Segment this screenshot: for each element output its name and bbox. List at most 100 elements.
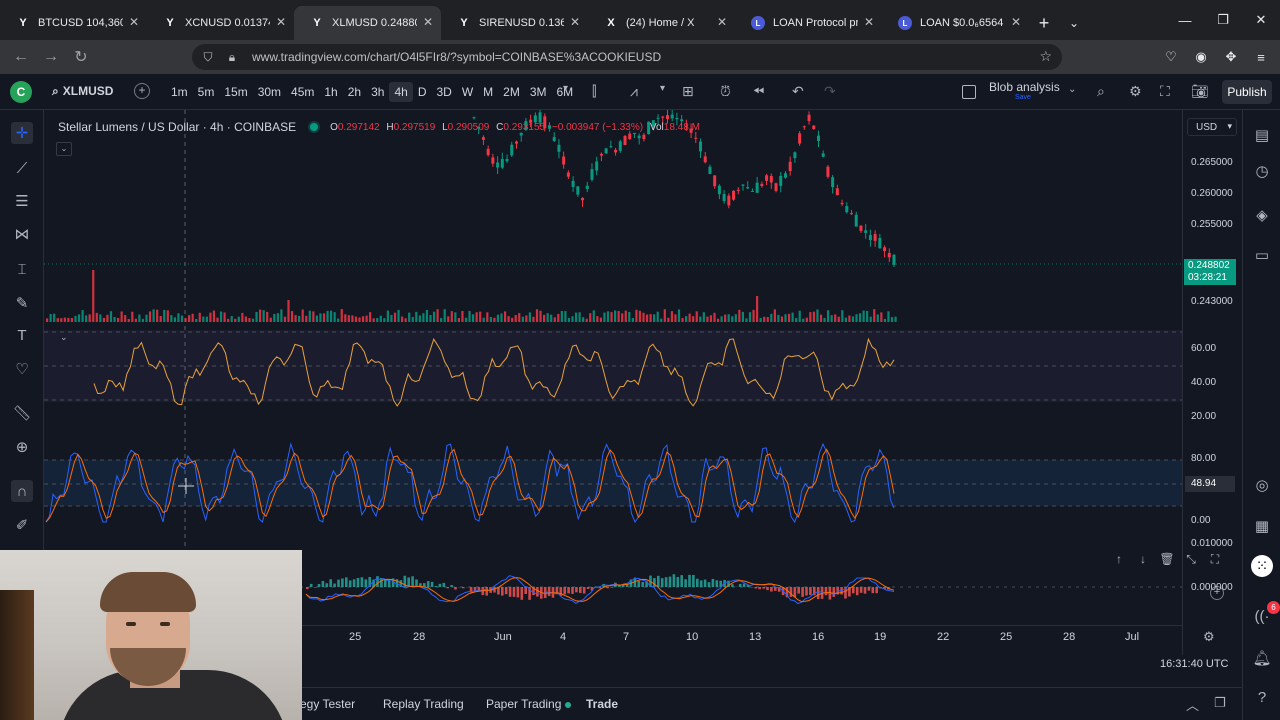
target-icon[interactable]: ◎ [1251, 474, 1273, 496]
calendar-icon[interactable]: ▦ [1251, 515, 1273, 537]
utc-clock[interactable]: 16:31:40 UTC [1160, 658, 1228, 670]
interval-1m[interactable]: 1m [166, 82, 193, 102]
interval-1h[interactable]: 1h [319, 82, 342, 102]
pocket-icon[interactable]: ♡ [1160, 46, 1182, 68]
layout-grid-icon[interactable]: ⊞ [682, 83, 694, 100]
undo-icon[interactable]: ↶ [792, 83, 804, 100]
currency-select[interactable]: USD [1187, 118, 1237, 136]
layout-save-control[interactable]: Blob analysis Save ⌄ [960, 80, 1080, 106]
interval-D[interactable]: D [413, 82, 432, 102]
redo-icon[interactable]: ↷ [824, 83, 836, 100]
notifications-bell-icon[interactable]: 🔔︎ [1251, 647, 1273, 669]
alerts-clock-icon[interactable]: ◷ [1251, 160, 1273, 182]
interval-30m[interactable]: 30m [253, 82, 286, 102]
tab-close-icon[interactable]: ✕ [129, 15, 139, 29]
tab-close-icon[interactable]: ✕ [1011, 15, 1021, 29]
restore-icon[interactable]: ❐ [1204, 0, 1242, 40]
browser-tab[interactable]: L LOAN Protocol price to ✕ [735, 6, 882, 40]
user-avatar[interactable]: C [10, 81, 32, 103]
crosshair-tool-icon[interactable]: ✛ [11, 122, 33, 144]
interval-15m[interactable]: 15m [219, 82, 252, 102]
tab-paper-trading[interactable]: Paper Trading [486, 697, 572, 711]
interval-2M[interactable]: 2M [498, 82, 525, 102]
zoom-in-icon[interactable]: ⊕ [11, 436, 33, 458]
collapse-legend-button[interactable]: ⌄ [56, 142, 72, 156]
new-tab-button[interactable]: + [1029, 6, 1059, 40]
trend-line-tool-icon[interactable]: ⟋ [11, 157, 33, 179]
move-pane-up-icon[interactable]: ↑ [1110, 550, 1128, 568]
browser-tab[interactable]: Y XLMUSD 0.248802 ▼ ✕ [294, 6, 441, 40]
settings-icon[interactable]: ⚙︎ [1129, 83, 1142, 100]
apps-grid-icon[interactable]: ⁙ [1251, 555, 1273, 577]
legend-title[interactable]: Stellar Lumens / US Dollar · 4h · COINBA… [58, 120, 296, 134]
layout-dropdown-icon[interactable]: ⌄ [1068, 84, 1076, 95]
price-scale[interactable]: USD 0.265000 0.260000 0.255000 0.248802 … [1182, 110, 1242, 655]
fullscreen-icon[interactable]: ⛶ [1160, 83, 1170, 100]
chat-icon[interactable]: ▭ [1251, 244, 1273, 266]
alert-icon[interactable]: ⏰︎ [720, 83, 731, 100]
browser-tab[interactable]: Y XCNUSD 0.013743 ▼ ✕ [147, 6, 294, 40]
bookmark-star-icon[interactable]: ☆ [1039, 48, 1052, 65]
measure-ruler-icon[interactable]: 📏︎ [11, 402, 33, 424]
tab-search-icon[interactable]: ⌄ [1059, 6, 1089, 40]
interval-W[interactable]: W [457, 82, 478, 102]
quick-search-icon[interactable]: ⌕ [1097, 83, 1105, 100]
interval-3h[interactable]: 3h [366, 82, 389, 102]
reload-button[interactable]: ↻ [66, 42, 96, 72]
tab-close-icon[interactable]: ✕ [717, 15, 727, 29]
tab-trade[interactable]: Trade [586, 697, 618, 711]
lock-drawings-icon[interactable]: ✐ [11, 514, 33, 536]
maximize-panel-icon[interactable]: ❐ [1214, 695, 1226, 711]
forward-button[interactable]: → [36, 42, 66, 72]
tab-close-icon[interactable]: ✕ [864, 15, 874, 29]
interval-3M[interactable]: 3M [525, 82, 552, 102]
camera-icon[interactable]: 📷︎ [1191, 83, 1209, 100]
rsi-collapse-icon[interactable]: ⌄ [60, 332, 68, 343]
delete-pane-icon[interactable]: 🗑︎ [1158, 550, 1176, 568]
browser-menu-icon[interactable]: ≡ [1250, 46, 1272, 68]
magnet-icon[interactable]: ∩ [11, 480, 33, 502]
tab-close-icon[interactable]: ✕ [423, 15, 433, 29]
forecast-tool-icon[interactable]: ⌶ [11, 258, 33, 280]
publish-button[interactable]: Publish [1222, 80, 1272, 104]
interval-45m[interactable]: 45m [286, 82, 319, 102]
replay-icon[interactable]: ⏪︎ [753, 83, 764, 100]
help-icon[interactable]: ? [1251, 686, 1273, 708]
scale-settings-icon[interactable]: ⚙︎ [1203, 629, 1215, 645]
candle-style-icon[interactable]: ⫿ [592, 83, 596, 100]
pattern-tool-icon[interactable]: ⋈ [11, 223, 33, 245]
tab-close-icon[interactable]: ✕ [276, 15, 286, 29]
account-icon[interactable]: ◉ [1190, 46, 1212, 68]
collapse-panel-icon[interactable]: ︿ [1186, 695, 1199, 714]
layers-icon[interactable]: ◈ [1251, 204, 1273, 226]
extensions-icon[interactable]: ✥ [1220, 46, 1242, 68]
back-button[interactable]: ← [6, 42, 36, 72]
compare-symbol-button[interactable]: + [134, 83, 150, 99]
browser-tab[interactable]: L LOAN $0.0₆6564 - LOA ✕ [882, 6, 1029, 40]
interval-4h[interactable]: 4h [389, 82, 413, 102]
interval-5m[interactable]: 5m [193, 82, 220, 102]
browser-tab[interactable]: X (24) Home / X ✕ [588, 6, 735, 40]
browser-tab[interactable]: Y SIRENUSD 0.13696 ▲ ✕ [441, 6, 588, 40]
watchlist-icon[interactable]: ▤ [1251, 124, 1273, 146]
indicators-dropdown-icon[interactable]: ▾ [660, 83, 665, 94]
close-window-icon[interactable]: ✕ [1242, 0, 1280, 40]
tab-close-icon[interactable]: ✕ [570, 15, 580, 29]
symbol-search[interactable]: ⌕ XLMUSD [52, 84, 113, 99]
interval-dropdown-icon[interactable]: ▾ [563, 83, 568, 94]
tab-strategy-tester[interactable]: egy Tester [300, 697, 355, 711]
fib-tool-icon[interactable]: ☰ [11, 190, 33, 212]
minimize-icon[interactable]: — [1166, 0, 1204, 40]
move-pane-down-icon[interactable]: ↓ [1134, 550, 1152, 568]
chart-canvas[interactable] [44, 110, 1182, 625]
tab-replay-trading[interactable]: Replay Trading [383, 697, 464, 711]
url-input[interactable]: ⛉ 🔒︎ www.tradingview.com/chart/O4l5FIr8/… [192, 44, 1062, 70]
interval-M[interactable]: M [478, 82, 498, 102]
site-info-icon[interactable]: ⛉ [196, 50, 220, 65]
indicators-icon[interactable]: ⩘ [630, 83, 638, 100]
text-tool-icon[interactable]: T [11, 324, 33, 346]
browser-tab[interactable]: Y BTCUSD 104,360.84 ▼ ✕ [0, 6, 147, 40]
interval-2h[interactable]: 2h [343, 82, 366, 102]
brush-tool-icon[interactable]: ✎ [11, 292, 33, 314]
favorites-heart-icon[interactable]: ♡ [11, 358, 33, 380]
